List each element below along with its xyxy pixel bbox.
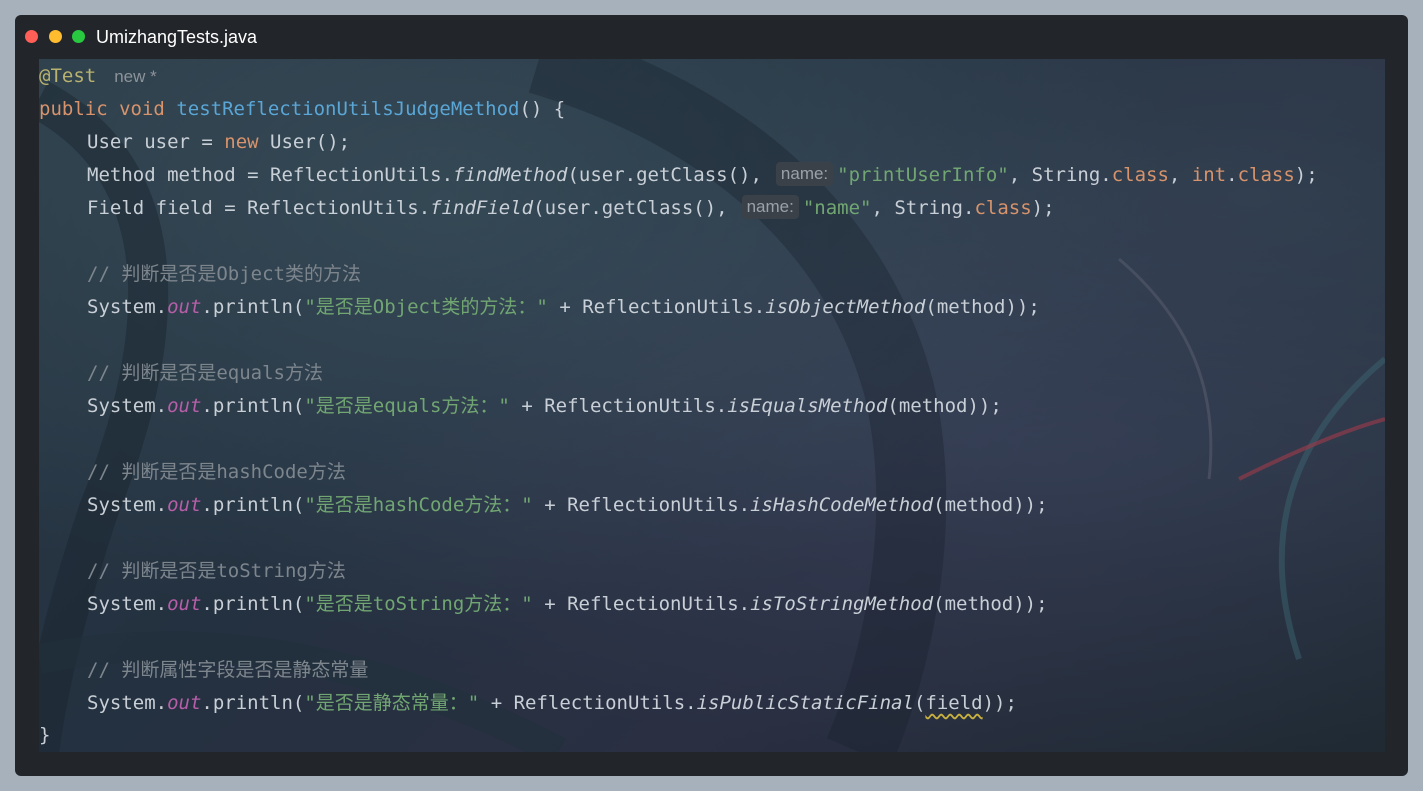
- code-text: System.: [87, 395, 168, 417]
- new-hint: new *: [114, 67, 157, 86]
- keyword-public: public: [39, 98, 108, 120]
- code-comment-4: // 判断是否是toString方法: [87, 560, 346, 582]
- code-text: );: [1294, 164, 1318, 186]
- code-text: System.: [87, 494, 168, 516]
- static-method-call: isHashCodeMethod: [750, 494, 934, 516]
- code-text: (user.getClass(),: [533, 197, 728, 219]
- keyword-class: class: [1237, 164, 1295, 186]
- code-text: ,: [1168, 164, 1192, 186]
- code-text: , String.: [1008, 164, 1112, 186]
- static-method-call: isObjectMethod: [765, 296, 926, 318]
- editor-window: UmizhangTests.java @Test new * public voi…: [15, 15, 1408, 776]
- code-text: Method method = ReflectionUtils.: [87, 164, 454, 186]
- string-literal: "是否是toString方法：": [304, 593, 533, 615]
- maximize-window-button[interactable]: [72, 30, 85, 43]
- code-text: + ReflectionUtils.: [547, 296, 766, 318]
- code-text: (method));: [925, 296, 1040, 318]
- parameter-hint: name:: [775, 161, 834, 186]
- static-method-call: findField: [430, 197, 534, 219]
- code-text: .println(: [201, 494, 305, 516]
- static-field-out: out: [167, 395, 202, 417]
- title-bar: UmizhangTests.java: [15, 15, 1408, 59]
- code-line-println-3: System.out.println("是否是hashCode方法：" + Re…: [39, 489, 1048, 522]
- code-text: (user.getClass(),: [567, 164, 762, 186]
- static-field-out: out: [167, 593, 202, 615]
- code-text: .println(: [201, 296, 305, 318]
- code-line-5: Field field = ReflectionUtils.findField(…: [39, 192, 1055, 225]
- code-comment-3: // 判断是否是hashCode方法: [87, 461, 346, 483]
- static-method-call: isToStringMethod: [750, 593, 934, 615]
- static-method-call: findMethod: [453, 164, 568, 186]
- method-name: testReflectionUtilsJudgeMethod: [176, 98, 520, 120]
- code-comment-1: // 判断是否是Object类的方法: [87, 263, 361, 285]
- code-text: (method));: [887, 395, 1002, 417]
- string-literal: "name": [802, 197, 872, 219]
- parameter-hint: name:: [741, 194, 799, 219]
- code-text: User user =: [87, 131, 225, 153]
- code-line-3: User user = new User();: [39, 126, 350, 159]
- code-text: + ReflectionUtils.: [532, 593, 751, 615]
- code-text: (method));: [933, 593, 1048, 615]
- code-text: System.: [87, 593, 168, 615]
- code-editor[interactable]: @Test new * public void testReflectionUti…: [39, 59, 1385, 752]
- code-line-println-1: System.out.println("是否是Object类的方法：" + Re…: [39, 291, 1040, 324]
- code-text: Field field = ReflectionUtils.: [87, 197, 431, 219]
- code-text: + ReflectionUtils.: [532, 494, 751, 516]
- keyword-int: int: [1191, 164, 1227, 186]
- keyword-new: new: [224, 131, 259, 153]
- string-literal: "是否是equals方法：": [304, 395, 510, 417]
- code-text: .println(: [201, 593, 305, 615]
- code-line-2: public void testReflectionUtilsJudgeMeth…: [39, 93, 565, 126]
- code-line-println-4: System.out.println("是否是toString方法：" + Re…: [39, 588, 1048, 621]
- code-text: User();: [258, 131, 351, 153]
- code-text: (: [913, 692, 926, 714]
- window-title: UmizhangTests.java: [96, 27, 258, 47]
- code-text: (method));: [933, 494, 1048, 516]
- code-text: System.: [87, 296, 168, 318]
- code-text: .println(: [201, 395, 305, 417]
- string-literal: "是否是hashCode方法：": [304, 494, 533, 516]
- code-comment-2: // 判断是否是equals方法: [87, 362, 323, 384]
- string-literal: "printUserInfo": [837, 164, 1009, 186]
- keyword-class: class: [974, 197, 1032, 219]
- static-field-out: out: [167, 494, 202, 516]
- code-line-1: @Test new *: [39, 60, 157, 93]
- method-signature-rest: () {: [519, 98, 566, 120]
- keyword-void: void: [119, 98, 165, 120]
- code-content: @Test new * public void testReflectionUti…: [39, 59, 1385, 746]
- minimize-window-button[interactable]: [49, 30, 62, 43]
- code-line-println-2: System.out.println("是否是equals方法：" + Refl…: [39, 390, 1002, 423]
- code-text: );: [1031, 197, 1055, 219]
- keyword-class: class: [1111, 164, 1169, 186]
- static-field-out: out: [167, 692, 202, 714]
- static-method-call: isEqualsMethod: [727, 395, 888, 417]
- close-window-button[interactable]: [25, 30, 38, 43]
- code-text: .println(: [201, 692, 305, 714]
- annotation-token: @Test: [39, 65, 97, 87]
- code-line-println-5: System.out.println("是否是静态常量：" + Reflecti…: [39, 687, 1017, 720]
- code-text: ));: [982, 692, 1017, 714]
- warning-underlined-argument[interactable]: field: [925, 692, 982, 714]
- code-comment-5: // 判断属性字段是否是静态常量: [87, 659, 369, 681]
- code-closing-brace: }: [39, 724, 51, 746]
- code-text: + ReflectionUtils.: [509, 395, 728, 417]
- code-line-4: Method method = ReflectionUtils.findMeth…: [39, 159, 1318, 192]
- string-literal: "是否是静态常量：": [304, 692, 480, 714]
- static-method-call: isPublicStaticFinal: [696, 692, 914, 714]
- string-literal: "是否是Object类的方法：": [304, 296, 548, 318]
- code-text: System.: [87, 692, 168, 714]
- code-text: , String.: [871, 197, 975, 219]
- code-text: + ReflectionUtils.: [479, 692, 697, 714]
- code-text: .: [1226, 164, 1238, 186]
- static-field-out: out: [167, 296, 202, 318]
